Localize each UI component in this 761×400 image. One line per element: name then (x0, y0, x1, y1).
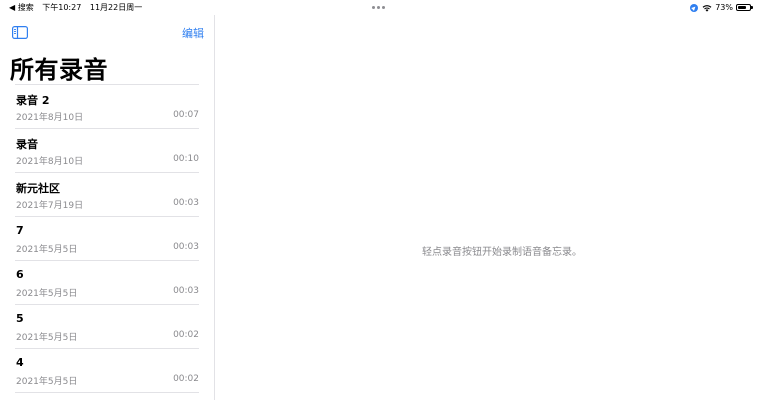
status-left: ◀ 搜索 下午10:27 11月22日周一 (9, 0, 148, 15)
empty-state-hint: 轻点录音按钮开始录制语音备忘录。 (422, 247, 582, 258)
screen: ◀ 搜索 下午10:27 11月22日周一 73% 编辑 所有录音 录音 2 20… (0, 0, 761, 400)
recording-date: 2021年5月5日 (16, 289, 78, 299)
recording-duration: 00:02 (173, 374, 199, 384)
wifi-icon (702, 4, 712, 12)
location-icon (690, 3, 699, 12)
sidebar: 编辑 所有录音 录音 2 2021年8月10日 00:07 录音 2021年8月10日 0… (0, 15, 215, 400)
status-time: 下午10:27 (42, 3, 82, 12)
recording-duration: 00:02 (173, 330, 199, 340)
recording-duration: 00:07 (173, 110, 199, 120)
recording-title: 4 (16, 356, 24, 369)
recording-row[interactable]: 5 2021年5月5日 00:02 (15, 305, 199, 349)
recording-title: 新元社区 (16, 182, 60, 195)
edit-button[interactable]: 编辑 (182, 25, 204, 41)
recording-date: 2021年8月10日 (16, 113, 84, 123)
recording-title: 7 (16, 224, 24, 237)
recording-date: 2021年7月19日 (16, 201, 84, 211)
recording-date: 2021年8月10日 (16, 157, 84, 167)
detail-pane: 轻点录音按钮开始录制语音备忘录。 (215, 15, 761, 400)
recording-date: 2021年5月5日 (16, 245, 78, 255)
status-right: 73% (690, 0, 753, 15)
status-date: 11月22日周一 (89, 3, 143, 12)
status-bar: ◀ 搜索 下午10:27 11月22日周一 73% (0, 0, 761, 15)
page-title: 所有录音 (10, 56, 108, 84)
recording-duration: 00:10 (173, 154, 199, 164)
recording-row[interactable]: 4 2021年5月5日 00:02 (15, 349, 199, 393)
recording-row[interactable]: 新元社区 2021年7月19日 00:03 (15, 173, 199, 217)
recording-row[interactable]: 录音 2 2021年8月10日 00:07 (15, 85, 199, 129)
recording-date: 2021年5月5日 (16, 333, 78, 343)
back-to-app-link[interactable]: ◀ 搜索 (9, 3, 34, 12)
multitasking-dots-icon[interactable] (372, 6, 388, 9)
battery-icon (736, 4, 753, 11)
recording-row[interactable]: 录音 2021年8月10日 00:10 (15, 129, 199, 173)
recording-date: 2021年5月5日 (16, 377, 78, 387)
sidebar-toggle-icon[interactable] (12, 26, 28, 39)
recording-row[interactable]: 6 2021年5月5日 00:03 (15, 261, 199, 305)
recording-duration: 00:03 (173, 198, 199, 208)
recording-title: 6 (16, 268, 24, 281)
battery-percent: 73% (715, 3, 733, 12)
recording-title: 录音 2 (16, 94, 50, 107)
recordings-list: 录音 2 2021年8月10日 00:07 录音 2021年8月10日 00:10 新元社区… (15, 84, 199, 393)
recording-duration: 00:03 (173, 286, 199, 296)
recording-title: 5 (16, 312, 24, 325)
recording-duration: 00:03 (173, 242, 199, 252)
recording-row[interactable]: 7 2021年5月5日 00:03 (15, 217, 199, 261)
recording-title: 录音 (16, 138, 38, 151)
